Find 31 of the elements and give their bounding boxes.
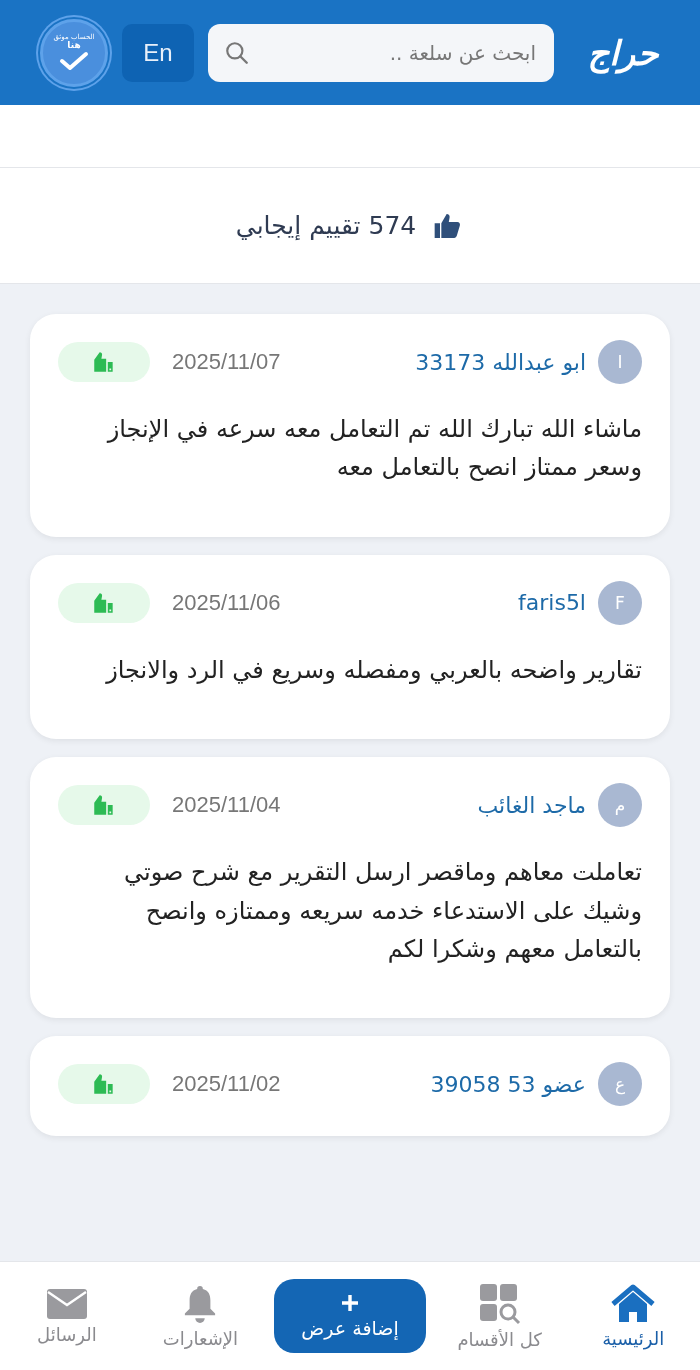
search-field[interactable]: ابحث عن سلعة .. — [208, 23, 554, 82]
plus-icon — [340, 1293, 360, 1313]
grid-search-icon — [478, 1282, 521, 1325]
nav-tab[interactable]: الرئيسية — [573, 1282, 694, 1350]
nav-tab[interactable]: كل الأقسام — [439, 1281, 560, 1351]
user-avatar: I — [598, 340, 642, 384]
user-name[interactable]: ماجد الغائب — [477, 792, 586, 818]
review-text: ماشاء الله تبارك الله تم التعامل معه سرعه في الإنجاز وسعر ممتاز انصح بالتعامل معه — [105, 414, 642, 484]
review-date: 2025/11/06 — [172, 589, 281, 616]
user-avatar: ع — [598, 1062, 642, 1107]
user-name[interactable]: faris5l — [518, 590, 586, 616]
review-text: تعاملت معاهم وماقصر ارسل التقرير مع شرح صوتي وشيك على الاستدعاء خدمه سريعه وممتازه وانصح بالتعامل معهم وشكرا لكم — [123, 857, 642, 965]
review-text: تقارير واضحه بالعربي ومفصله وسريع في الرد والانجاز — [104, 654, 642, 686]
badge-caption: هنا — [67, 41, 81, 51]
user-avatar: م — [598, 783, 642, 828]
review-date: 2025/11/04 — [172, 792, 281, 819]
user-avatar: F — [598, 580, 642, 625]
language-button[interactable]: En — [122, 23, 194, 82]
envelope-icon — [45, 1287, 88, 1320]
bell-icon — [183, 1283, 218, 1324]
add-offer-button[interactable]: إضافة عرض — [274, 1279, 426, 1353]
logo[interactable]: حراج — [568, 32, 678, 73]
nav-tab[interactable]: الإشعارات — [140, 1282, 261, 1350]
nav-tab[interactable]: الرسائل — [6, 1286, 127, 1346]
review-date: 2025/11/02 — [172, 1071, 281, 1098]
rating-count: 574 تقييم إيجابي — [235, 211, 417, 240]
user-name[interactable]: ابو عبدالله 33173 — [415, 349, 586, 375]
search-icon — [224, 39, 250, 66]
checkmark-icon — [59, 50, 89, 71]
review-date: 2025/11/07 — [172, 349, 281, 375]
user-name[interactable]: عضو 53 39058 — [430, 1071, 586, 1097]
